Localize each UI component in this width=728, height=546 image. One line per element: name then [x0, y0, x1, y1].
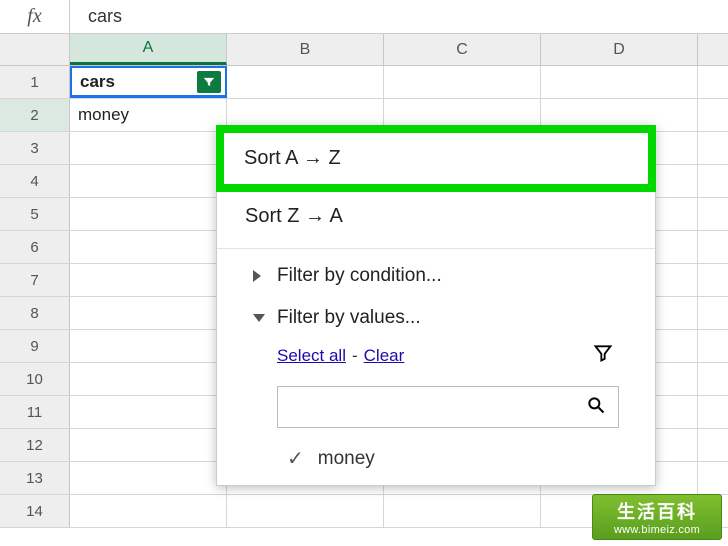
filter-button[interactable] [197, 71, 221, 93]
divider [217, 248, 655, 249]
sort-az[interactable]: Sort A → Z [216, 125, 656, 192]
filter-dropdown: Sort A → Z Sort Z → A Filter by conditio… [216, 125, 656, 486]
row-header-4[interactable]: 4 [0, 165, 70, 197]
select-all-corner[interactable] [0, 34, 70, 65]
cell-a9[interactable] [70, 330, 227, 362]
row-header-11[interactable]: 11 [0, 396, 70, 428]
fx-label: fx [0, 0, 70, 33]
cell-d1[interactable] [541, 66, 698, 98]
cell-a13[interactable] [70, 462, 227, 494]
row-header-5[interactable]: 5 [0, 198, 70, 230]
row-header-3[interactable]: 3 [0, 132, 70, 164]
filter-search-input[interactable] [290, 398, 586, 416]
formula-bar: fx cars [0, 0, 728, 34]
row-header-14[interactable]: 14 [0, 495, 70, 527]
cell-a5[interactable] [70, 198, 227, 230]
dash: - [352, 346, 358, 366]
watermark-url: www.bimeiz.com [614, 524, 700, 536]
filter-by-values-label: Filter by values... [277, 307, 421, 329]
cell-a2[interactable]: money [70, 99, 227, 131]
sort-za[interactable]: Sort Z → A [217, 191, 655, 242]
cell-c1[interactable] [384, 66, 541, 98]
cell-a3[interactable] [70, 132, 227, 164]
cell-b1[interactable] [227, 66, 384, 98]
filter-value-label: money [318, 448, 375, 470]
select-all-link[interactable]: Select all [277, 346, 346, 366]
row-header-7[interactable]: 7 [0, 264, 70, 296]
row-1: 1 cars [0, 66, 728, 99]
column-header-d[interactable]: D [541, 34, 698, 65]
filter-by-values[interactable]: Filter by values... [217, 297, 655, 339]
row-header-12[interactable]: 12 [0, 429, 70, 461]
watermark: 生活百科 www.bimeiz.com [592, 494, 722, 540]
cell-c14[interactable] [384, 495, 541, 527]
column-headers: A B C D [0, 34, 728, 66]
funnel-icon [593, 343, 613, 368]
chevron-down-icon [253, 314, 265, 322]
row-header-2[interactable]: 2 [0, 99, 70, 131]
check-icon: ✓ [287, 446, 304, 471]
row-header-10[interactable]: 10 [0, 363, 70, 395]
row-header-6[interactable]: 6 [0, 231, 70, 263]
filter-value-item[interactable]: ✓ money [217, 438, 655, 485]
chevron-right-icon [253, 270, 261, 282]
cell-a14[interactable] [70, 495, 227, 527]
clear-link[interactable]: Clear [364, 346, 405, 366]
row-header-8[interactable]: 8 [0, 297, 70, 329]
cell-a11[interactable] [70, 396, 227, 428]
cell-a12[interactable] [70, 429, 227, 461]
cell-a1[interactable]: cars [70, 66, 227, 98]
search-icon [586, 395, 606, 419]
column-header-a[interactable]: A [70, 34, 227, 65]
row-header-13[interactable]: 13 [0, 462, 70, 494]
cell-a7[interactable] [70, 264, 227, 296]
filter-by-condition-label: Filter by condition... [277, 265, 442, 287]
select-clear-row: Select all - Clear [217, 339, 655, 380]
filter-icon [202, 75, 216, 89]
column-header-c[interactable]: C [384, 34, 541, 65]
row-header-1[interactable]: 1 [0, 66, 70, 98]
cell-a1-value: cars [80, 72, 115, 92]
cell-a8[interactable] [70, 297, 227, 329]
column-header-b[interactable]: B [227, 34, 384, 65]
cell-a6[interactable] [70, 231, 227, 263]
formula-input[interactable]: cars [70, 0, 728, 33]
cell-a10[interactable] [70, 363, 227, 395]
watermark-cn: 生活百科 [617, 498, 697, 524]
filter-by-condition[interactable]: Filter by condition... [217, 255, 655, 297]
row-header-9[interactable]: 9 [0, 330, 70, 362]
cell-b14[interactable] [227, 495, 384, 527]
filter-search-box[interactable] [277, 386, 619, 428]
cell-a4[interactable] [70, 165, 227, 197]
